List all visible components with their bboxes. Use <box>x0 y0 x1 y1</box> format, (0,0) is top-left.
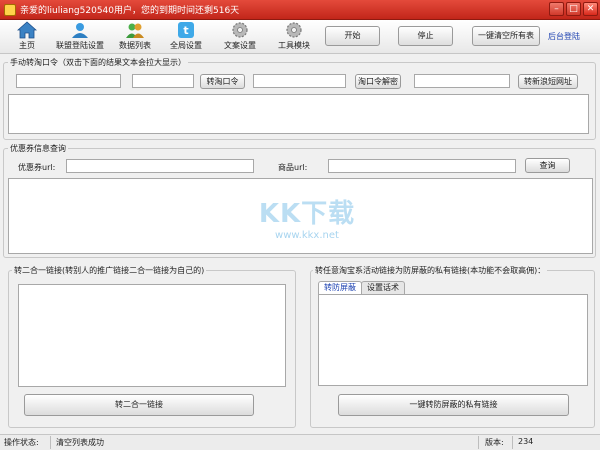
tab-set-script[interactable]: 设置话术 <box>361 281 405 294</box>
toolbar-item-global-settings[interactable]: t 全局设置 <box>169 21 203 53</box>
convert-taokouling-button[interactable]: 转淘口令 <box>200 74 245 89</box>
start-button[interactable]: 开始 <box>325 26 380 46</box>
two-in-one-group-label: 转二合一链接(转别人的推广链接二合一链接为自己的) <box>12 265 207 276</box>
status-value: 清空列表成功 <box>56 438 104 447</box>
toolbar-item-tools[interactable]: 工具模块 <box>277 21 311 53</box>
user-icon <box>72 23 88 38</box>
gear-icon <box>286 22 302 38</box>
toolbar-label: 数据列表 <box>119 41 151 50</box>
version-label: 版本: <box>485 438 504 447</box>
maximize-button[interactable]: □ <box>566 2 581 16</box>
taokouling-input-1[interactable] <box>16 74 121 88</box>
status-separator <box>478 436 479 449</box>
toolbar: 主页 联盟登陆设置 数据列表 t 全局设置 文案设置 工具模块 开始 停止 一键… <box>0 20 600 54</box>
minimize-button[interactable]: – <box>549 2 564 16</box>
coupon-url-label: 优惠券url: <box>18 163 56 172</box>
close-button[interactable]: ✕ <box>583 2 598 16</box>
toolbar-label: 全局设置 <box>170 41 202 50</box>
app-icon <box>4 3 16 16</box>
query-button[interactable]: 查询 <box>525 158 570 173</box>
status-separator <box>50 436 51 449</box>
tab-anti-block[interactable]: 转防屏蔽 <box>318 281 362 294</box>
decode-taokouling-button[interactable]: 淘口令解密 <box>355 74 401 89</box>
convert-short-url-button[interactable]: 转新浪短网址 <box>518 74 578 89</box>
private-link-group-label: 转任意淘宝系活动链接为防屏蔽的私有链接(本功能不会取高佣)： <box>313 265 548 276</box>
product-url-input[interactable] <box>328 159 516 173</box>
coupon-group-label: 优惠券信息查询 <box>8 143 68 154</box>
gear-icon <box>232 22 248 38</box>
window-controls: – □ ✕ <box>549 2 598 16</box>
convert-private-link-button[interactable]: 一键转防屏蔽的私有链接 <box>338 394 569 416</box>
taokouling-input-2[interactable] <box>132 74 194 88</box>
toolbar-item-copy-settings[interactable]: 文案设置 <box>223 21 257 53</box>
backend-login-link[interactable]: 后台登陆 <box>548 31 580 42</box>
clear-all-tables-button[interactable]: 一键清空所有表 <box>472 26 540 46</box>
coupon-result-text[interactable] <box>8 178 593 254</box>
toolbar-label: 工具模块 <box>278 41 310 50</box>
taokouling-group-label: 手动转淘口令（双击下面的结果文本会拉大显示） <box>8 57 188 68</box>
stop-button[interactable]: 停止 <box>398 26 453 46</box>
taokouling-result-text[interactable] <box>8 94 589 134</box>
taokouling-input-4[interactable] <box>414 74 510 88</box>
private-link-tabs: 转防屏蔽 设置话术 <box>318 281 405 294</box>
title-bar: 亲爱的liuliang520540用户，您的到期时间还剩516天 – □ ✕ <box>0 0 600 20</box>
toolbar-label: 联盟登陆设置 <box>56 41 104 50</box>
coupon-url-input[interactable] <box>66 159 254 173</box>
toolbar-item-home[interactable]: 主页 <box>14 21 40 53</box>
two-in-one-text[interactable] <box>18 284 286 387</box>
private-link-text[interactable] <box>318 294 588 386</box>
version-value: 234 <box>518 437 534 446</box>
twitter-icon: t <box>178 22 194 38</box>
users-icon <box>126 23 144 38</box>
window-title: 亲爱的liuliang520540用户，您的到期时间还剩516天 <box>20 6 240 16</box>
svg-text:t: t <box>183 24 188 37</box>
toolbar-item-data-list[interactable]: 数据列表 <box>118 21 152 53</box>
taokouling-input-3[interactable] <box>253 74 346 88</box>
status-bar: 操作状态: 清空列表成功 版本: 234 <box>0 434 600 450</box>
toolbar-label: 文案设置 <box>224 41 256 50</box>
status-separator <box>512 436 513 449</box>
toolbar-label: 主页 <box>19 41 35 50</box>
status-label: 操作状态: <box>4 438 39 447</box>
toolbar-item-union-login[interactable]: 联盟登陆设置 <box>56 21 104 53</box>
product-url-label: 商品url: <box>278 163 308 172</box>
home-icon <box>17 21 37 39</box>
convert-two-in-one-button[interactable]: 转二合一链接 <box>24 394 254 416</box>
